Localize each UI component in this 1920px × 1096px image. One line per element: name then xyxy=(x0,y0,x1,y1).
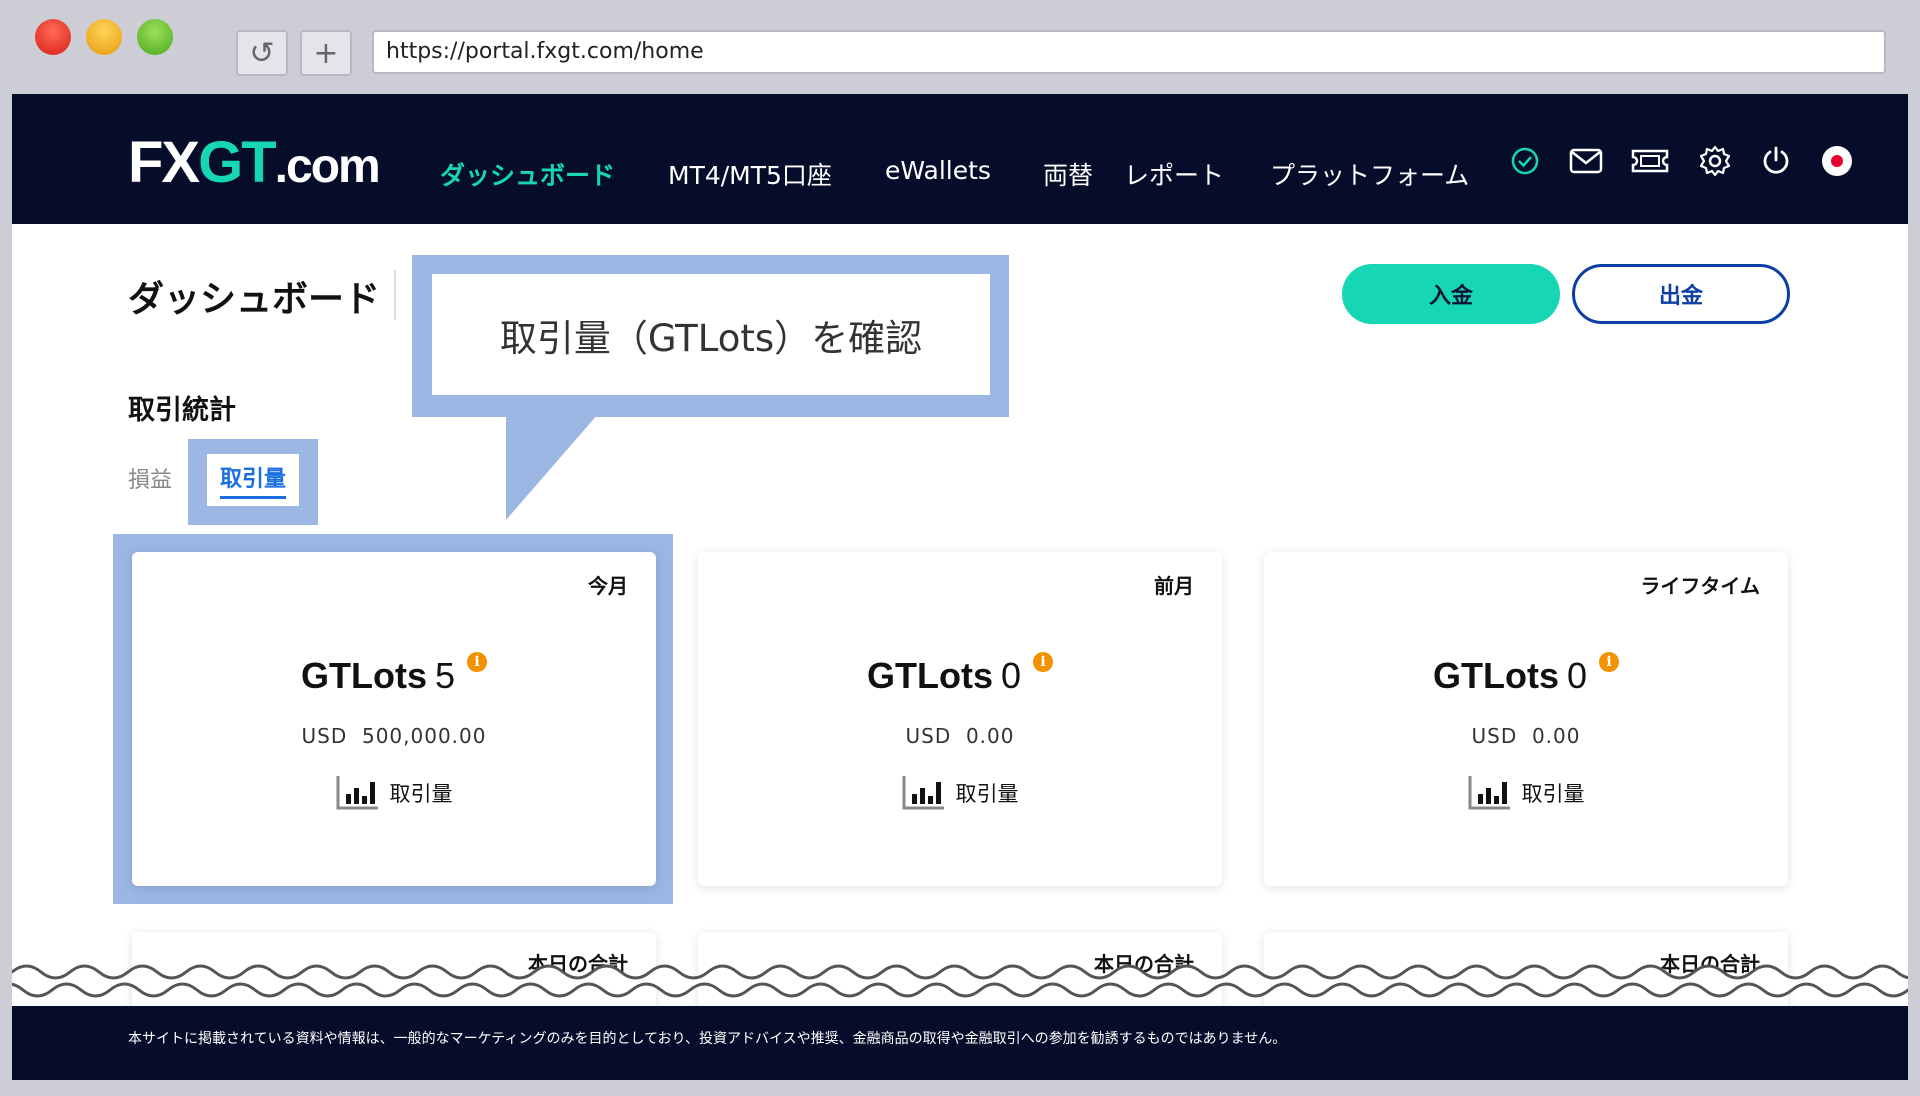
card-volume-link[interactable]: 取引量 xyxy=(1264,774,1788,812)
footer-disclaimer: 本サイトに掲載されている資料や情報は、一般的なマーケティングのみを目的としており… xyxy=(128,1031,1287,1047)
stat-card-last-month: 前月 GTLots 0 i USD 0.00 取引量 xyxy=(698,552,1222,886)
title-divider xyxy=(394,270,396,320)
withdraw-button[interactable]: 出金 xyxy=(1572,264,1790,324)
gear-icon[interactable] xyxy=(1696,142,1734,180)
power-icon[interactable] xyxy=(1757,142,1795,180)
card-volume-label: 取引量 xyxy=(1521,782,1585,806)
info-icon[interactable]: i xyxy=(1599,652,1619,672)
fxgt-logo[interactable]: FXGT.com xyxy=(128,134,381,192)
info-icon[interactable]: i xyxy=(467,652,487,672)
new-tab-button[interactable]: + xyxy=(300,30,352,76)
bar-chart-icon xyxy=(336,776,378,810)
card-gtlots: GTLots 0 i xyxy=(1264,652,1788,697)
info-icon[interactable]: i xyxy=(1033,652,1053,672)
check-circle-icon[interactable] xyxy=(1506,142,1544,180)
footer: 本サイトに掲載されている資料や情報は、一般的なマーケティングのみを目的としており… xyxy=(12,1006,1908,1080)
callout-text: 取引量（GTLots）を確認 xyxy=(432,274,990,395)
card-period: ライフタイム xyxy=(1640,574,1760,598)
card-usd-value: USD 0.00 xyxy=(1471,724,1581,748)
top-navbar: FXGT.com ダッシュボード MT4/MT5口座 eWallets 両替 レ… xyxy=(12,94,1908,224)
card-usd-value: USD 500,000.00 xyxy=(301,724,487,748)
address-bar[interactable]: https://portal.fxgt.com/home xyxy=(372,30,1886,74)
close-window-button[interactable] xyxy=(35,19,71,55)
card-gtlots: GTLots 5 i xyxy=(132,652,656,697)
card-volume-label: 取引量 xyxy=(955,782,1019,806)
ticket-icon[interactable] xyxy=(1628,142,1672,180)
nav-item-reports[interactable]: レポート xyxy=(1124,156,1224,192)
tab-trading-volume[interactable]: 取引量 xyxy=(207,454,299,506)
card-period: 前月 xyxy=(1154,574,1194,598)
tab-profit-loss[interactable]: 損益 xyxy=(128,462,172,494)
card-period: 今月 xyxy=(588,574,628,598)
bar-chart-icon xyxy=(1468,776,1510,810)
nav-item-dashboard[interactable]: ダッシュボード xyxy=(440,156,615,192)
app-window: FXGT.com ダッシュボード MT4/MT5口座 eWallets 両替 レ… xyxy=(12,94,1908,1080)
bar-chart-icon xyxy=(902,776,944,810)
tab-trading-volume-label: 取引量 xyxy=(219,461,286,499)
plus-icon: + xyxy=(313,35,339,71)
minimize-window-button[interactable] xyxy=(86,19,122,55)
stat-card-this-month: 今月 GTLots 5 i USD 500,000.00 取引量 xyxy=(132,552,656,886)
nav-item-mt4-mt5-accounts[interactable]: MT4/MT5口座 xyxy=(668,156,832,192)
page-title: ダッシュボード xyxy=(128,279,381,320)
card-volume-link[interactable]: 取引量 xyxy=(132,774,656,812)
card-volume-label: 取引量 xyxy=(389,782,453,806)
card-usd-value: USD 0.00 xyxy=(905,724,1015,748)
section-title-trading-stats: 取引統計 xyxy=(128,395,236,426)
card-gtlots: GTLots 0 i xyxy=(698,652,1222,697)
stat-card-lifetime: ライフタイム GTLots 0 i USD 0.00 取引量 xyxy=(1264,552,1788,886)
nav-item-platforms[interactable]: プラットフォーム xyxy=(1270,156,1469,192)
language-flag-icon[interactable] xyxy=(1818,142,1856,180)
callout-pointer xyxy=(506,414,598,520)
reload-icon: ↺ xyxy=(249,35,275,71)
maximize-window-button[interactable] xyxy=(137,19,173,55)
nav-item-exchange[interactable]: 両替 xyxy=(1043,156,1093,192)
reload-button[interactable]: ↺ xyxy=(236,30,288,76)
card-volume-link[interactable]: 取引量 xyxy=(698,774,1222,812)
window-bottom-frame xyxy=(0,1080,1920,1096)
deposit-button[interactable]: 入金 xyxy=(1342,264,1560,324)
mail-icon[interactable] xyxy=(1567,142,1605,180)
nav-item-ewallets[interactable]: eWallets xyxy=(885,156,991,185)
browser-chrome: ↺ + https://portal.fxgt.com/home xyxy=(0,0,1920,94)
